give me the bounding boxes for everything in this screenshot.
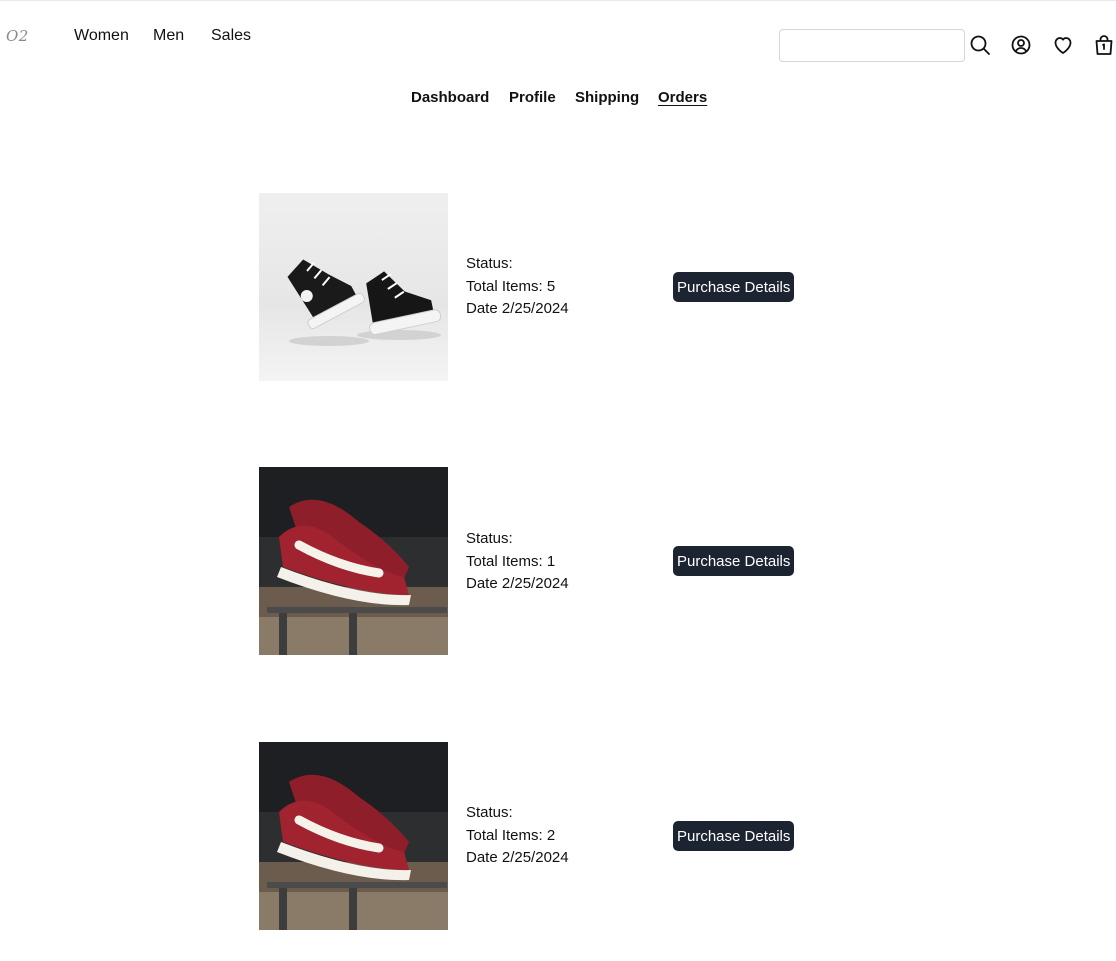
tab-profile[interactable]: Profile (509, 89, 556, 106)
nav-men[interactable]: Men (153, 27, 184, 45)
order-status: Status: (466, 804, 513, 821)
user-icon[interactable] (1009, 33, 1033, 57)
order-info: Status: Total Items: 2 Date 2/25/2024 (466, 802, 569, 870)
order-card: Status: Total Items: 1 Date 2/25/2024 Pu… (0, 467, 1116, 657)
logo[interactable]: O2 (6, 27, 29, 45)
order-product-image[interactable] (259, 742, 448, 930)
order-status: Status: (466, 255, 513, 272)
order-info: Status: Total Items: 5 Date 2/25/2024 (466, 253, 569, 321)
nav-women[interactable]: Women (74, 27, 129, 45)
tab-shipping[interactable]: Shipping (575, 89, 639, 106)
search-icon[interactable] (968, 33, 992, 57)
header-divider (0, 0, 1116, 1)
order-card: Status: Total Items: 2 Date 2/25/2024 Pu… (0, 742, 1116, 932)
purchase-details-button[interactable]: Purchase Details (673, 272, 795, 302)
order-card: Status: Total Items: 5 Date 2/25/2024 Pu… (0, 193, 1116, 383)
nav-sales[interactable]: Sales (211, 27, 251, 45)
order-date: Date 2/25/2024 (466, 300, 569, 317)
tab-dashboard[interactable]: Dashboard (411, 89, 489, 106)
order-date: Date 2/25/2024 (466, 575, 569, 592)
order-total-items: Total Items: 1 (466, 552, 556, 570)
order-total-items: Total Items: 5 (466, 277, 556, 295)
tab-orders[interactable]: Orders (658, 89, 707, 106)
order-status: Status: (466, 530, 513, 547)
heart-icon[interactable] (1051, 33, 1075, 57)
purchase-details-button[interactable]: Purchase Details (673, 546, 795, 576)
order-info: Status: Total Items: 1 Date 2/25/2024 (466, 528, 569, 596)
order-product-image[interactable] (259, 193, 448, 381)
purchase-details-button[interactable]: Purchase Details (673, 821, 795, 851)
shopping-bag-icon[interactable] (1092, 33, 1116, 57)
order-date: Date 2/25/2024 (466, 849, 569, 866)
order-total-items: Total Items: 2 (466, 826, 556, 844)
order-product-image[interactable] (259, 467, 448, 655)
search-input[interactable] (779, 29, 965, 62)
